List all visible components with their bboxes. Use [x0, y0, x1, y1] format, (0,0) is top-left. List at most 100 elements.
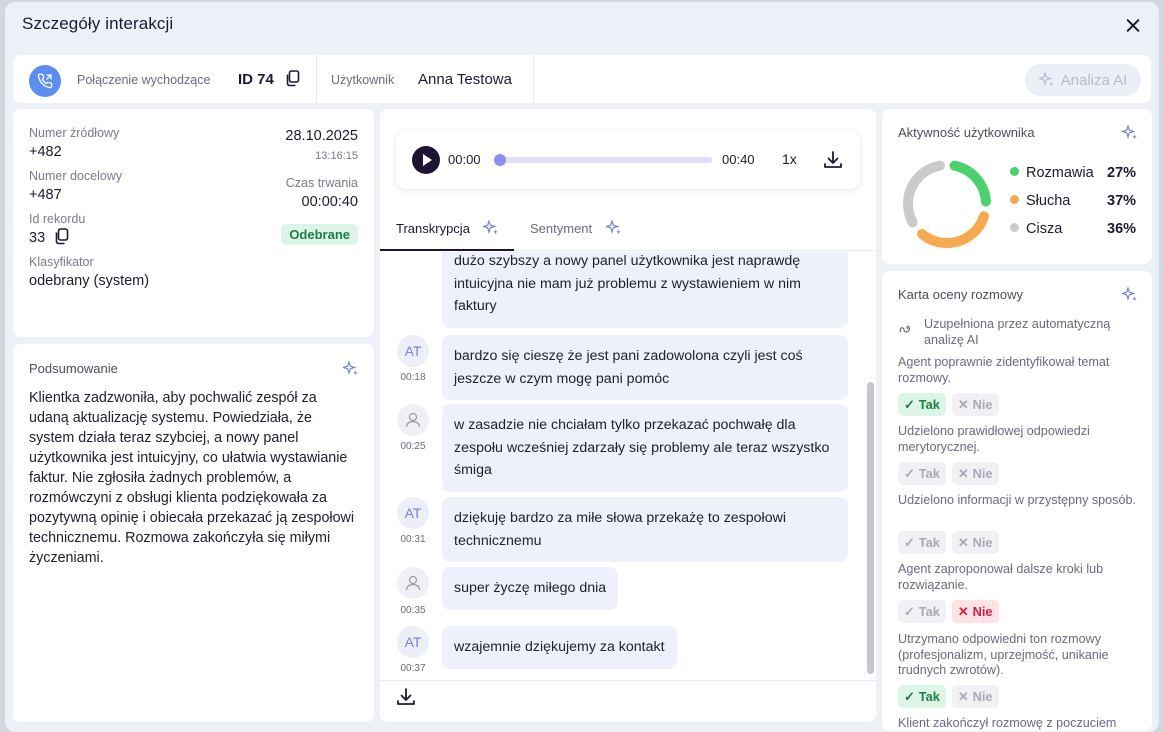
call-details-card: Numer źródłowy +482 28.10.2025 13:16:15 … — [13, 109, 374, 337]
transcript-message: bardzo się cieszę że jest pani zadowolon… — [442, 335, 848, 400]
criterion-text: Agent zaproponował dalsze kroki lub rozw… — [898, 562, 1104, 592]
target-number-label: Numer docelowy — [29, 169, 123, 183]
summary-card: Podsumowanie Klientka zadzwoniła, aby po… — [13, 344, 374, 722]
source-number-value: +482 — [29, 144, 62, 160]
criterion-text: Udzielono prawidłowej odpowiedzi merytor… — [898, 424, 1090, 454]
ai-auto-icon — [899, 325, 910, 333]
transcript-card: 00:00 00:40 1x Transkrypcja Sentyment du… — [380, 109, 876, 722]
current-time: 00:00 — [448, 152, 481, 167]
source-number-label: Numer źródłowy — [29, 126, 120, 140]
criterion-text: Klient zakończył rozmowę z poczuciem — [898, 716, 1117, 730]
yes-button[interactable]: ✓ Tak — [898, 600, 946, 623]
copy-icon[interactable] — [285, 70, 300, 91]
criterion-answer: ✓ Tak ✕ Nie — [898, 600, 999, 623]
message-timestamp: 00:35 — [400, 605, 426, 616]
duration-value: 00:00:40 — [301, 194, 358, 210]
no-button[interactable]: ✕ Nie — [951, 393, 999, 416]
total-time: 00:40 — [722, 152, 755, 167]
divider — [380, 680, 876, 681]
yes-button[interactable]: ✓ Tak — [898, 462, 946, 485]
transcript-message: wzajemnie dziękujemy za kontakt — [442, 626, 677, 669]
criterion-text: Agent poprawnie zidentyfikował temat roz… — [898, 355, 1110, 385]
agent-avatar: AT — [397, 626, 429, 658]
classifier-value: odebrany (system) — [29, 273, 150, 289]
activity-donut-chart — [903, 160, 991, 248]
cross-icon: ✕ — [957, 688, 969, 704]
check-icon: ✓ — [904, 603, 915, 619]
cross-icon: ✕ — [957, 396, 969, 412]
cross-icon: ✕ — [957, 534, 969, 550]
tab-sentiment[interactable]: Sentyment — [530, 221, 592, 236]
modal-title: Szczegóły interakcji — [22, 14, 174, 33]
duration-label: Czas trwania — [285, 176, 358, 190]
copy-icon[interactable] — [54, 228, 69, 249]
criterion-text: Udzielono informacji w przystępny sposób… — [898, 493, 1136, 507]
transcript-scrollbar[interactable] — [867, 382, 874, 674]
sparkle-icon — [606, 220, 621, 235]
interaction-id: ID 74 — [238, 71, 274, 88]
divider — [316, 55, 317, 103]
ai-analysis-label: Analiza AI — [1060, 71, 1128, 89]
transcript-list: dużo szybszy a nowy panel użytkownika je… — [380, 252, 876, 680]
interaction-details-modal: Szczegóły interakcji Połączenie wychodzą… — [5, 2, 1159, 732]
message-timestamp: 00:37 — [400, 663, 426, 674]
call-time: 13:16:15 — [315, 150, 358, 162]
close-icon[interactable] — [1121, 14, 1145, 38]
sparkle-icon — [1122, 125, 1137, 140]
no-button[interactable]: ✕ Nie — [951, 600, 999, 623]
criterion-answer: ✓ Tak ✕ Nie — [898, 531, 999, 554]
summary-title: Podsumowanie — [29, 361, 118, 376]
scorecard-title: Karta oceny rozmowy — [898, 287, 1023, 302]
check-icon: ✓ — [904, 688, 915, 704]
criterion-text: Utrzymano odpowiedni ton rozmowy (profes… — [898, 632, 1109, 677]
sparkle-icon — [483, 220, 498, 235]
legend-listening: Słucha 37% — [1010, 193, 1136, 209]
ai-analysis-button[interactable]: Analiza AI — [1025, 64, 1141, 96]
record-id-label: Id rekordu — [29, 212, 86, 226]
auto-fill-note: Uzupełniona przez automatyczną analizę A… — [924, 317, 1111, 347]
transcript-message: super życzę miłego dnia — [442, 567, 619, 610]
yes-button[interactable]: ✓ Tak — [898, 531, 946, 554]
no-button[interactable]: ✕ Nie — [951, 531, 999, 554]
call-type: Połączenie wychodzące — [77, 73, 211, 87]
check-icon: ✓ — [904, 534, 915, 550]
user-avatar-icon — [397, 404, 429, 436]
play-button[interactable] — [412, 146, 440, 174]
classifier-label: Klasyfikator — [29, 255, 94, 269]
progress-knob[interactable] — [494, 154, 506, 166]
agent-avatar: AT — [397, 497, 429, 529]
message-timestamp: 00:18 — [400, 372, 426, 383]
criterion-answer: ✓ Tak ✕ Nie — [898, 393, 999, 416]
sparkle-icon — [1038, 72, 1054, 87]
transcript-tabs: Transkrypcja Sentyment — [380, 209, 876, 251]
download-transcript-icon[interactable] — [396, 687, 416, 711]
agent-avatar: AT — [397, 335, 429, 367]
transcript-message: dużo szybszy a nowy panel użytkownika je… — [442, 252, 848, 328]
user-name: Anna Testowa — [418, 71, 512, 88]
yes-button[interactable]: ✓ Tak — [898, 685, 946, 708]
tab-transcription[interactable]: Transkrypcja — [396, 221, 470, 236]
record-id-value: 33 — [29, 230, 46, 246]
download-icon[interactable] — [823, 150, 843, 174]
no-button[interactable]: ✕ Nie — [951, 462, 999, 485]
message-timestamp: 00:31 — [400, 534, 426, 545]
transcript-message: dziękuję bardzo za miłe słowa przekażę t… — [442, 497, 848, 562]
sparkle-icon — [1122, 287, 1137, 302]
playback-speed-button[interactable]: 1x — [782, 151, 797, 167]
check-icon: ✓ — [904, 396, 915, 412]
legend-talking: Rozmawia 27% — [1010, 165, 1136, 181]
user-avatar-icon — [397, 567, 429, 599]
call-date: 28.10.2025 — [285, 128, 358, 144]
no-button[interactable]: ✕ Nie — [951, 685, 999, 708]
interaction-header: Połączenie wychodzące ID 74 Użytkownik A… — [13, 55, 1151, 103]
cross-icon: ✕ — [957, 465, 969, 481]
criterion-answer: ✓ Tak ✕ Nie — [898, 685, 999, 708]
user-activity-card: Aktywność użytkownika Rozmawia 27% Słucha… — [882, 109, 1152, 264]
outgoing-call-icon — [29, 65, 61, 97]
yes-button[interactable]: ✓ Tak — [898, 393, 946, 416]
audio-progress-slider[interactable] — [494, 154, 712, 166]
check-icon: ✓ — [904, 465, 915, 481]
audio-player: 00:00 00:40 1x — [396, 131, 860, 189]
message-timestamp: 00:25 — [400, 441, 426, 452]
call-scorecard-card: Karta oceny rozmowy Uzupełniona przez au… — [882, 271, 1152, 731]
